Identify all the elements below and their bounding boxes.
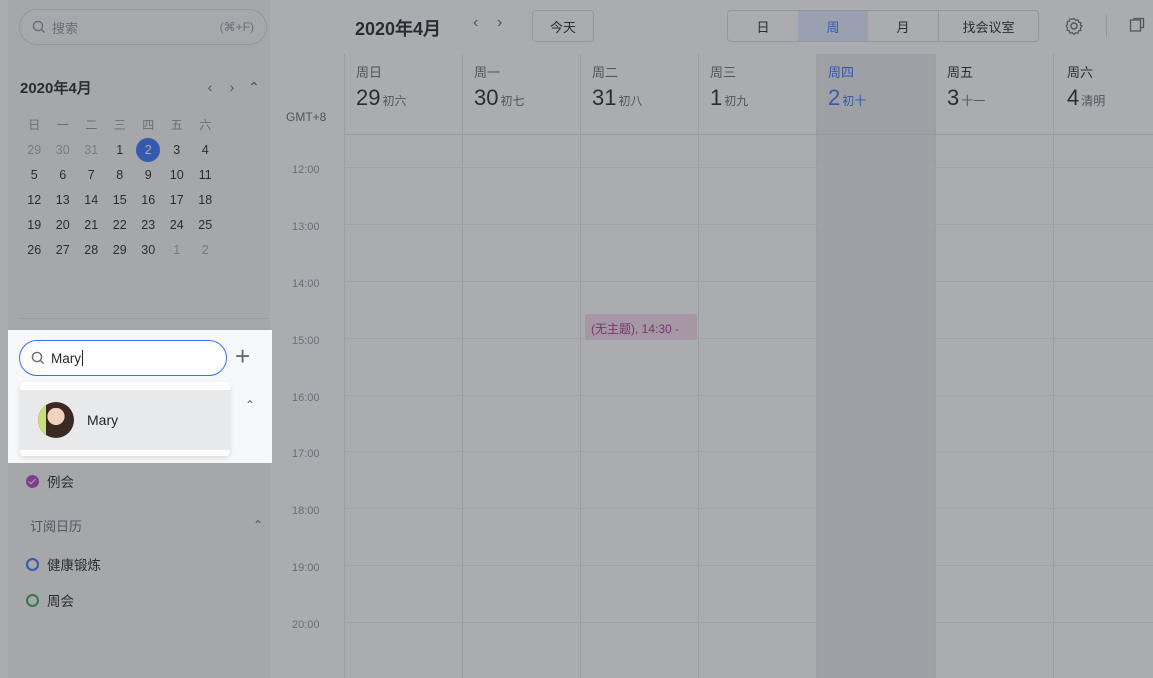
search-result-item[interactable]: Mary xyxy=(20,390,230,450)
people-search-panel: Mary + Mary ⌃ xyxy=(8,330,272,463)
people-search-input[interactable]: Mary xyxy=(19,340,227,376)
search-icon xyxy=(31,351,45,365)
search-query-text: Mary xyxy=(51,350,81,366)
chevron-up-icon[interactable]: ⌃ xyxy=(245,398,255,412)
avatar xyxy=(38,402,74,438)
text-caret xyxy=(82,350,83,366)
result-name: Mary xyxy=(87,412,119,428)
add-plus-icon[interactable]: + xyxy=(235,342,250,370)
search-results-dropdown: Mary xyxy=(20,382,230,456)
